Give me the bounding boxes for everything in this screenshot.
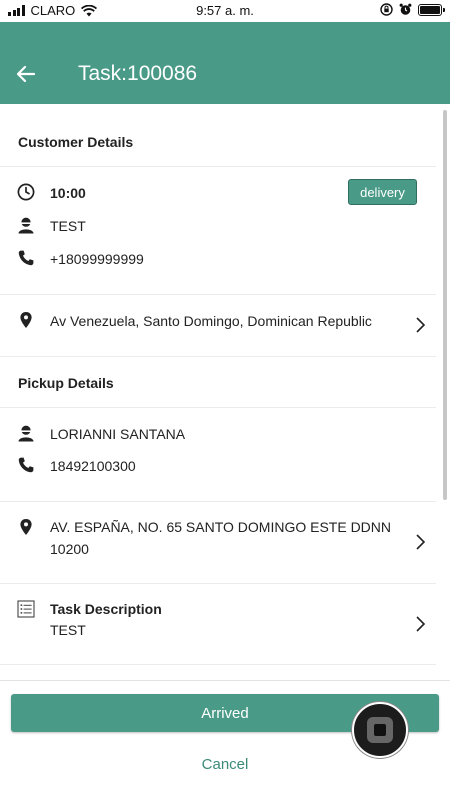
battery-icon: [418, 3, 445, 16]
divider: [0, 356, 436, 357]
customer-section-title: Customer Details: [18, 134, 134, 150]
stop-icon: [367, 717, 393, 743]
bottom-divider: [0, 680, 450, 681]
task-description-value[interactable]: TEST: [50, 622, 86, 638]
delivery-time: 10:00: [50, 185, 86, 201]
customer-address[interactable]: Av Venezuela, Santo Domingo, Dominican R…: [50, 313, 372, 329]
scrollbar[interactable]: [443, 110, 447, 500]
page-title: Task:100086: [78, 62, 198, 85]
status-right: [380, 3, 445, 16]
clock-icon: [17, 183, 35, 201]
pickup-address-line1[interactable]: AV. ESPAÑA, NO. 65 SANTO DOMINGO ESTE DD…: [50, 519, 391, 535]
list-icon: [17, 600, 35, 618]
pickup-section-title: Pickup Details: [18, 375, 114, 391]
cancel-button[interactable]: Cancel: [0, 756, 450, 773]
pickup-phone[interactable]: 18492100300: [50, 458, 136, 474]
pickup-name: LORIANNI SANTANA: [50, 426, 186, 442]
person-icon: [18, 425, 34, 442]
chevron-right-icon[interactable]: [414, 533, 426, 551]
alarm-icon: [399, 3, 412, 15]
task-details: Customer Details 10:00 delivery TEST +18…: [0, 104, 450, 680]
customer-phone[interactable]: +18099999999: [50, 251, 144, 267]
chevron-right-icon[interactable]: [414, 316, 426, 334]
task-description-label: Task Description: [50, 601, 162, 617]
task-type-badge: delivery: [348, 179, 417, 205]
person-icon: [18, 217, 34, 234]
customer-name: TEST: [50, 218, 86, 234]
phone-icon[interactable]: [17, 249, 35, 267]
pickup-address-line2[interactable]: 10200: [50, 541, 89, 557]
app-bar: [0, 22, 450, 104]
location-pin-icon: [20, 519, 32, 535]
back-arrow-icon[interactable]: [14, 62, 38, 86]
status-bar: CLARO 9:57 a. m.: [0, 0, 450, 22]
chevron-right-icon[interactable]: [414, 615, 426, 633]
divider: [0, 501, 436, 502]
phone-icon[interactable]: [17, 456, 35, 474]
divider: [0, 664, 436, 665]
divider: [0, 407, 436, 408]
divider: [0, 166, 436, 167]
assistive-touch-button[interactable]: [352, 702, 408, 758]
orientation-lock-icon: [380, 3, 393, 16]
divider: [0, 583, 436, 584]
divider: [0, 294, 436, 295]
location-pin-icon: [20, 312, 32, 328]
